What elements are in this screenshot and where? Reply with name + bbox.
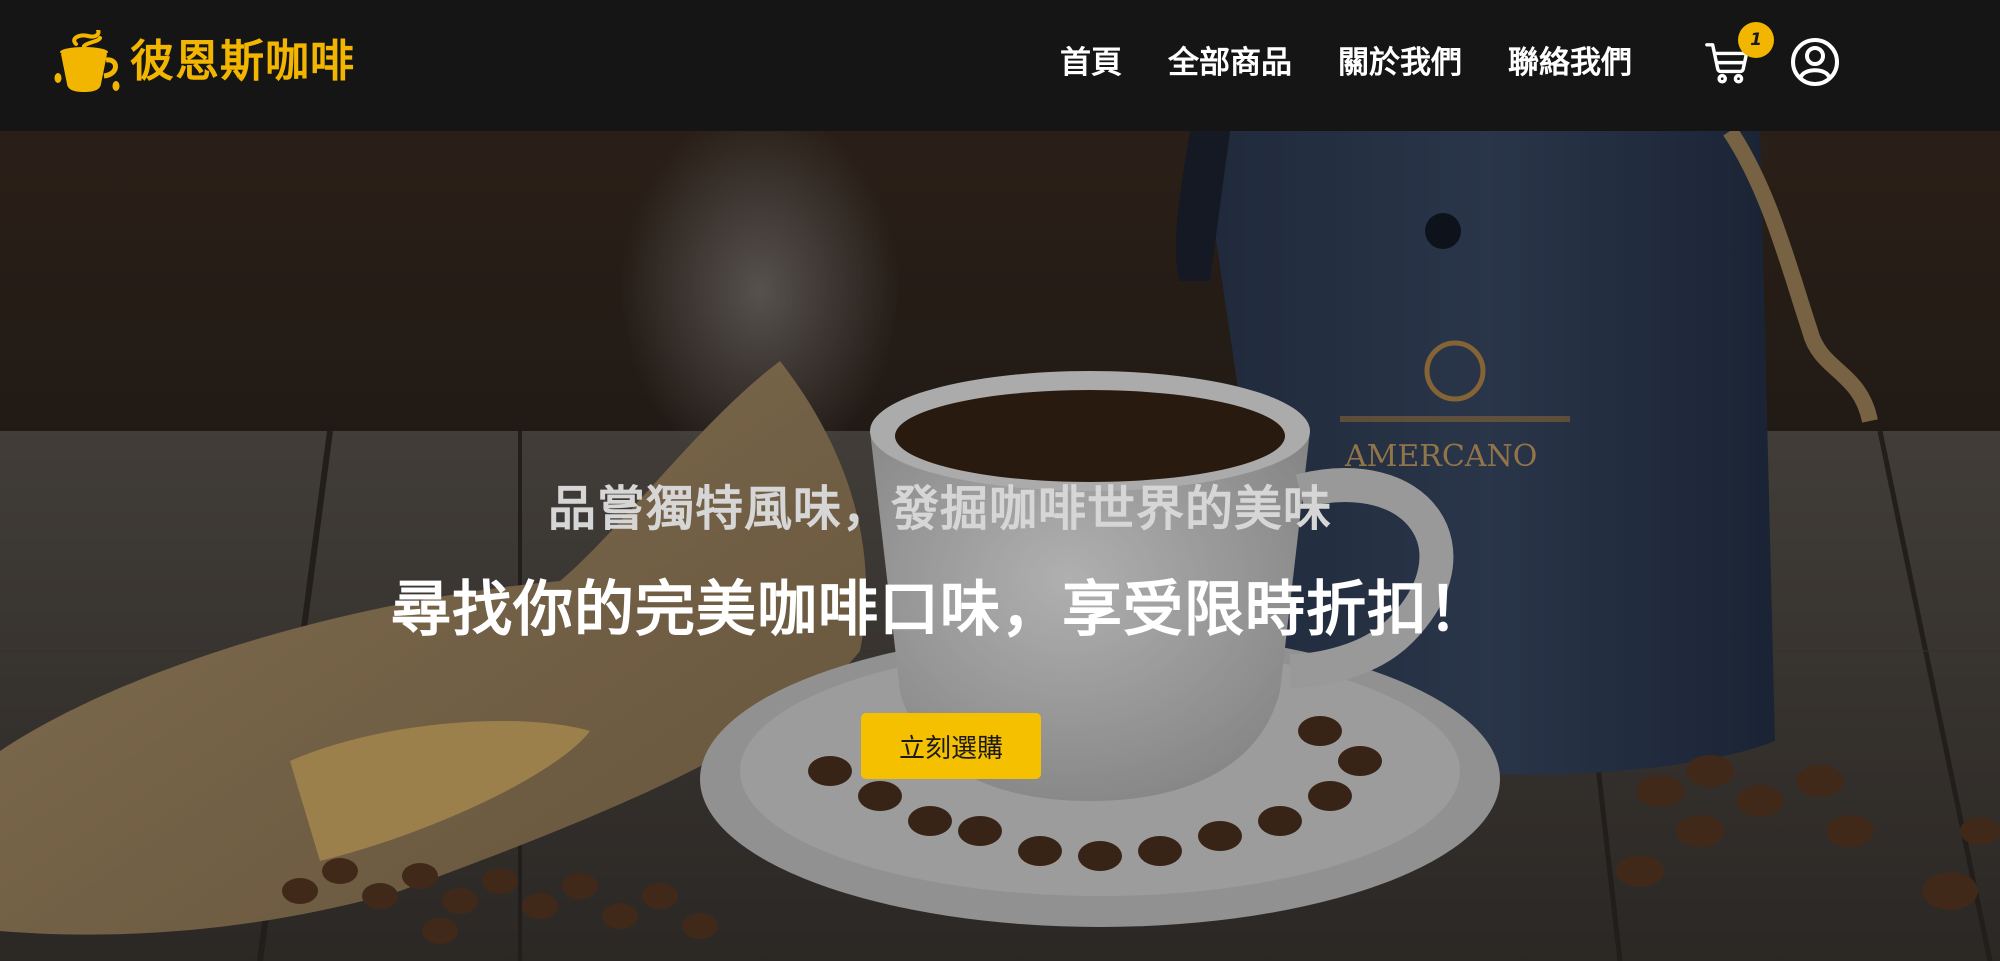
brand-name: 彼恩斯咖啡 <box>130 36 355 87</box>
hero-title: 尋找你的完美咖啡口味，享受限時折扣！ <box>391 575 1489 645</box>
nav-link-about[interactable]: 關於我們 <box>1338 38 1462 88</box>
hero-subtitle: 品嘗獨特風味，發掘咖啡世界的美味 <box>547 481 1332 537</box>
nav-link-home[interactable]: 首頁 <box>1060 38 1122 88</box>
hero-banner: AMERCANO 品嘗獨特風味，發掘咖啡世界的美味 尋找你的完美咖啡口味，享受限… <box>0 131 2000 961</box>
nav-link-contact[interactable]: 聯絡我們 <box>1508 38 1632 88</box>
main-nav: 首頁 全部商品 關於我們 聯絡我們 <box>1060 38 1632 88</box>
shop-now-button[interactable]: 立刻選購 <box>861 713 1041 779</box>
brand-link[interactable]: 彼恩斯咖啡 <box>54 30 355 94</box>
nav-link-all-products[interactable]: 全部商品 <box>1168 38 1292 88</box>
cart-button[interactable]: 1 <box>1700 22 1774 92</box>
coffee-cup-logo-icon <box>54 30 120 92</box>
cart-count-badge: 1 <box>1738 22 1774 58</box>
account-button[interactable] <box>1790 37 1840 87</box>
navbar: 彼恩斯咖啡 首頁 全部商品 關於我們 聯絡我們 1 <box>0 0 2000 131</box>
hero-content: 品嘗獨特風味，發掘咖啡世界的美味 尋找你的完美咖啡口味，享受限時折扣！ 立刻選購 <box>0 131 1880 961</box>
user-circle-icon <box>1791 38 1839 86</box>
